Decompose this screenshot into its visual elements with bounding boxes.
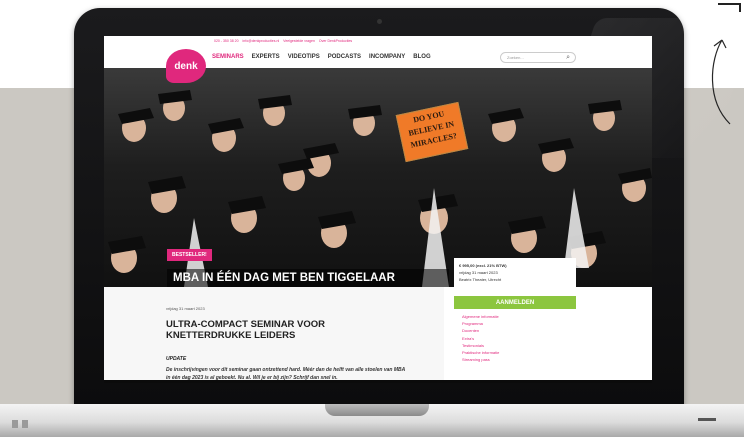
main-nav: denk SEMINARS EXPERTS VIDEOTIPS PODCASTS… [104, 46, 652, 83]
nav-item-podcasts[interactable]: PODCASTS [328, 54, 361, 60]
laptop-foot-left [12, 420, 18, 428]
sign-text: DO YOU BELIEVE IN MIRACLES? [407, 109, 458, 150]
search-placeholder: Zoeken... [507, 55, 524, 60]
nav-item-seminars[interactable]: SEMINARS [212, 54, 244, 60]
update-heading: UPDATE [166, 356, 187, 362]
nav-item-blog[interactable]: BLOG [413, 54, 430, 60]
event-date: vrijdag 31 maart 2023 [459, 270, 498, 275]
search-icon[interactable]: ⌕ [566, 54, 570, 62]
search-input[interactable]: Zoeken... ⌕ [500, 52, 576, 63]
webcam-icon [377, 19, 382, 24]
side-nav: Algemene informatie Programma Docenten E… [462, 313, 499, 363]
event-venue: Beatrix Theater, Utrecht [459, 277, 502, 282]
side-link-practical[interactable]: Praktische informatie [462, 349, 499, 356]
laptop-notch [325, 404, 429, 416]
event-info-card: € 995,00 (excl. 21% BTW) vrijdag 31 maar… [454, 258, 576, 298]
email-link[interactable]: info@denkproducties.nl [243, 39, 280, 43]
register-button[interactable]: AANMELDEN [454, 296, 576, 309]
nav-item-incompany[interactable]: INCOMPANY [369, 54, 405, 60]
screen-bezel-bottom [104, 380, 652, 383]
side-link-teachers[interactable]: Docenten [462, 327, 499, 334]
event-price: € 995,00 (excl. 21% BTW) [459, 263, 507, 268]
faq-link[interactable]: Veelgestelde vragen [283, 39, 315, 43]
bestseller-badge: BESTSELLER! [167, 249, 212, 261]
laptop-screen: 020 - 350 38 20 info@denkproducties.nl V… [104, 36, 652, 383]
denk-logo[interactable]: denk [166, 49, 206, 83]
side-link-extras[interactable]: Extra's [462, 335, 499, 342]
article-title: ULTRA-COMPACT SEMINAR VOOR KNETTERDRUKKE… [166, 319, 326, 341]
hero-title: MBA IN ÉÉN DAG MET BEN TIGGELAAR [167, 269, 449, 287]
nav-item-videotips[interactable]: VIDEOTIPS [288, 54, 320, 60]
side-link-general[interactable]: Algemene informatie [462, 313, 499, 320]
top-contact-bar: 020 - 350 38 20 info@denkproducties.nl V… [104, 36, 652, 46]
side-link-streaming[interactable]: Streaming pass [462, 356, 499, 363]
nav-menu: SEMINARS EXPERTS VIDEOTIPS PODCASTS INCO… [212, 54, 431, 60]
article-date: vrijdag 31 maart 2023 [166, 306, 205, 311]
logo-text: denk [174, 60, 198, 72]
nav-item-experts[interactable]: EXPERTS [252, 54, 280, 60]
laptop-foot-left-2 [22, 420, 28, 428]
side-link-program[interactable]: Programma [462, 320, 499, 327]
about-link[interactable]: Over DenkProducties [319, 39, 352, 43]
laptop-indicator [698, 418, 716, 421]
side-link-testimonials[interactable]: Testimonials [462, 342, 499, 349]
phone-link[interactable]: 020 - 350 38 20 [214, 39, 239, 43]
